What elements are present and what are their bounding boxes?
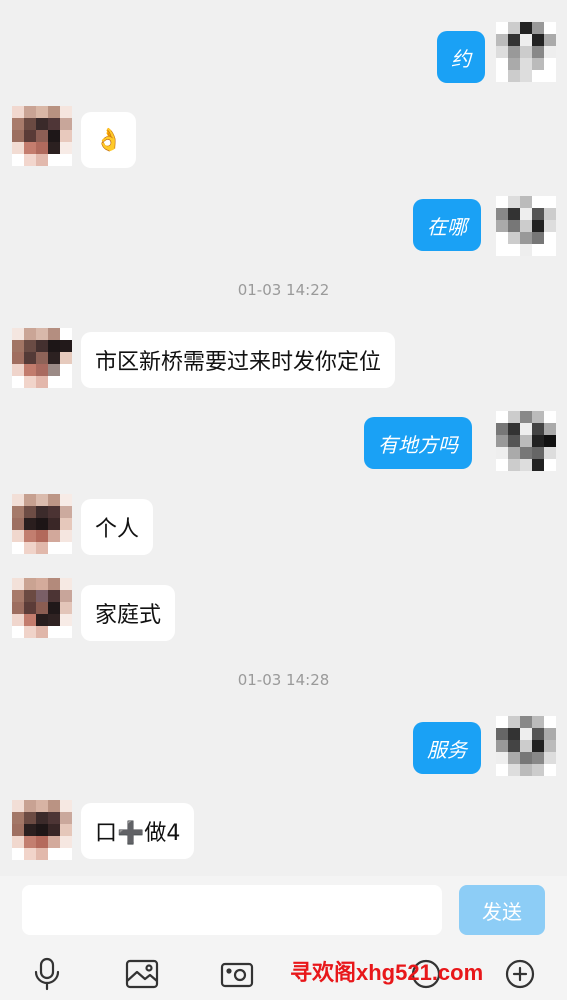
watermark-text: 寻欢阁xhg521.com: [290, 960, 484, 985]
avatar[interactable]: [12, 328, 72, 388]
message-input[interactable]: [22, 885, 442, 935]
message-bubble[interactable]: 家庭式: [81, 585, 176, 641]
message-text: 约: [451, 46, 471, 71]
add-icon[interactable]: [500, 954, 540, 994]
message-text: 👌: [95, 127, 123, 153]
message-bubble[interactable]: 在哪: [413, 199, 481, 251]
composer: 发送: [0, 876, 567, 948]
message-text: 在哪: [427, 214, 467, 239]
avatar[interactable]: [12, 800, 72, 860]
avatar[interactable]: [496, 411, 556, 471]
message-text: 市区新桥需要过来时发你定位: [95, 350, 382, 375]
avatar[interactable]: [12, 494, 72, 554]
message-bubble[interactable]: 有地方吗: [364, 417, 472, 469]
message-bubble[interactable]: 个人: [81, 499, 154, 555]
message-bubble[interactable]: 服务: [413, 722, 481, 774]
message-text: 服务: [427, 737, 467, 762]
image-icon[interactable]: [122, 954, 162, 994]
message-bubble[interactable]: 市区新桥需要过来时发你定位: [81, 332, 396, 388]
message-text: 有地方吗: [378, 432, 458, 457]
avatar[interactable]: [496, 22, 556, 82]
message-text: 家庭式: [95, 603, 162, 628]
timestamp: 01-03 14:28: [237, 671, 330, 689]
send-button[interactable]: 发送: [459, 885, 545, 935]
avatar[interactable]: [12, 106, 72, 166]
camera-icon[interactable]: [217, 954, 257, 994]
message-bubble[interactable]: 👌: [81, 112, 137, 168]
avatar[interactable]: [496, 196, 556, 256]
message-text: 个人: [95, 517, 140, 542]
message-bubble[interactable]: 约: [437, 31, 485, 83]
avatar[interactable]: [496, 716, 556, 776]
timestamp: 01-03 14:22: [237, 281, 330, 299]
message-bubble[interactable]: 口➕做4: [81, 803, 195, 859]
avatar[interactable]: [12, 578, 72, 638]
microphone-icon[interactable]: [27, 954, 67, 994]
message-text: 口➕做4: [95, 821, 181, 846]
